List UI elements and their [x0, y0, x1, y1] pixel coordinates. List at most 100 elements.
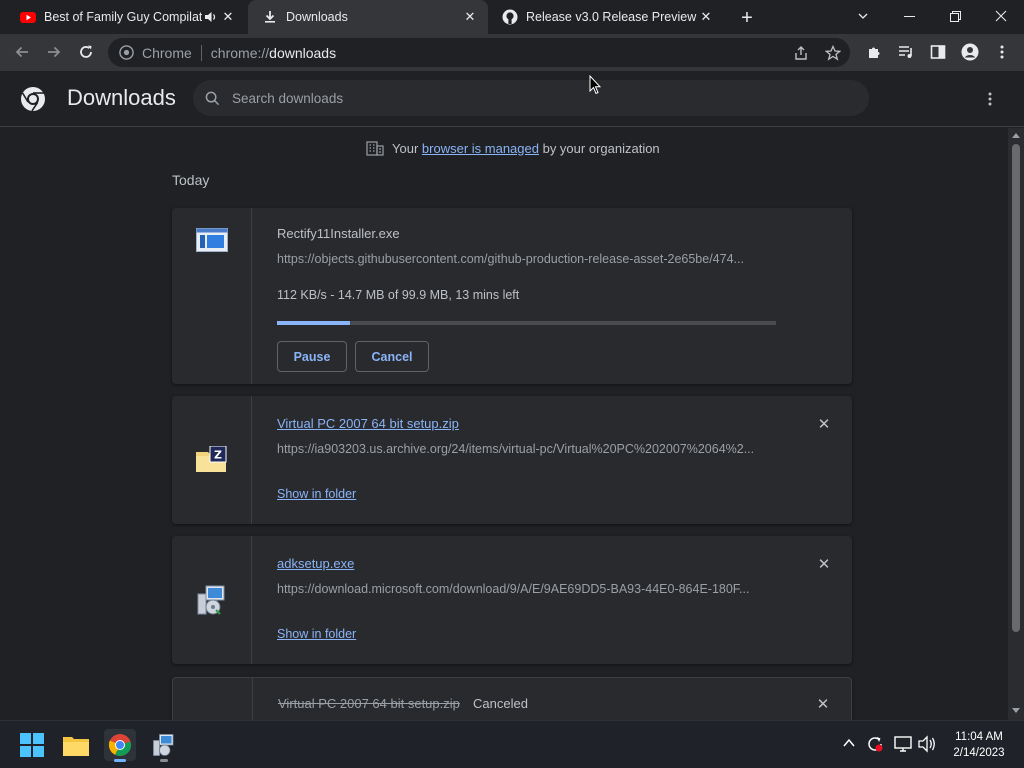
sync-status-button[interactable]	[866, 735, 884, 758]
new-tab-button[interactable]: +	[736, 7, 758, 29]
show-in-folder-link[interactable]: Show in folder	[277, 627, 356, 641]
chrome-icon	[108, 734, 132, 756]
chevron-down-icon	[858, 13, 868, 19]
file-name-link[interactable]: adksetup.exe	[277, 556, 354, 571]
managed-prefix: Your	[392, 140, 419, 156]
back-arrow-icon	[15, 46, 28, 58]
tab-title: Best of Family Guy Compilation	[44, 10, 202, 24]
url-prefix: chrome://	[210, 44, 270, 61]
back-button[interactable]	[8, 38, 36, 66]
download-status: 112 KB/s - 14.7 MB of 99.9 MB, 13 mins l…	[277, 288, 520, 302]
windows-taskbar: 11:04 AM 2/14/2023	[0, 720, 1024, 768]
tab-close-icon[interactable]: ✕	[462, 9, 478, 25]
file-icon-column	[173, 678, 253, 720]
file-name: Rectify11Installer.exe	[277, 226, 400, 241]
managed-suffix: by your organization	[542, 140, 660, 156]
search-downloads-box[interactable]	[193, 80, 869, 116]
file-name-canceled: Virtual PC 2007 64 bit setup.zip	[278, 696, 460, 711]
side-panel-button[interactable]	[924, 38, 952, 66]
close-window-button[interactable]	[978, 0, 1024, 32]
date-section-label: Today	[172, 172, 210, 188]
downloads-menu-button[interactable]	[980, 89, 1000, 109]
close-icon	[995, 10, 1007, 22]
reload-button[interactable]	[72, 38, 100, 66]
chrome-taskbar-button[interactable]	[104, 729, 136, 762]
downloads-header: Downloads	[0, 71, 1024, 127]
media-controls-button[interactable]	[892, 38, 920, 66]
tab-close-icon[interactable]: ✕	[220, 9, 236, 25]
browser-managed-link[interactable]: browser is managed	[422, 141, 539, 156]
system-clock[interactable]: 11:04 AM 2/14/2023	[944, 729, 1014, 761]
exe-file-icon	[196, 228, 228, 252]
file-explorer-button[interactable]	[60, 729, 92, 761]
canceled-status: Canceled	[473, 696, 528, 711]
forward-arrow-icon	[48, 46, 61, 58]
scroll-up-icon[interactable]	[1012, 132, 1020, 138]
address-bar[interactable]: Chrome chrome://downloads	[108, 38, 850, 67]
tab-close-icon[interactable]: ✕	[698, 9, 714, 25]
scroll-down-icon[interactable]	[1012, 708, 1020, 714]
side-panel-icon	[930, 45, 946, 59]
more-vertical-icon	[988, 92, 992, 106]
search-input[interactable]	[232, 90, 832, 106]
url-path: downloads	[269, 44, 337, 61]
pause-button[interactable]: Pause	[277, 341, 347, 372]
svg-text:Z: Z	[214, 449, 222, 462]
clock-time: 11:04 AM	[955, 731, 1003, 743]
clock-date: 2/14/2023	[953, 747, 1005, 759]
download-item: adksetup.exe https://download.microsoft.…	[172, 536, 852, 664]
cancel-button[interactable]: Cancel	[355, 341, 429, 372]
bookmark-star-icon[interactable]	[825, 44, 841, 61]
reload-icon	[80, 45, 92, 58]
minimize-button[interactable]	[886, 0, 932, 32]
forward-button[interactable]	[40, 38, 68, 66]
minimize-icon	[903, 15, 915, 17]
volume-button[interactable]	[918, 735, 938, 758]
youtube-icon	[20, 12, 36, 23]
browser-toolbar: Chrome chrome://downloads	[0, 34, 1024, 71]
tab-github-release[interactable]: Release v3.0 Release Preview 3 · Rectify…	[488, 0, 724, 34]
downloads-list-area: Your browser is managed by your organiza…	[0, 128, 1008, 720]
share-icon[interactable]	[793, 45, 809, 61]
scroll-thumb[interactable]	[1012, 144, 1020, 632]
chrome-menu-button[interactable]	[988, 38, 1016, 66]
remove-item-close-icon[interactable]: ✕	[816, 556, 832, 573]
tab-downloads[interactable]: Downloads ✕	[248, 0, 488, 34]
extensions-button[interactable]	[860, 38, 888, 66]
network-icon	[894, 736, 912, 752]
show-in-folder-link[interactable]: Show in folder	[277, 487, 356, 501]
chevron-up-icon	[843, 738, 855, 747]
file-name-link[interactable]: Virtual PC 2007 64 bit setup.zip	[277, 416, 459, 431]
restore-icon	[949, 10, 961, 22]
avatar-icon	[961, 43, 979, 61]
tab-title: Release v3.0 Release Preview 3 · Rectify…	[526, 10, 698, 24]
tab-search-button[interactable]	[840, 0, 886, 32]
audio-playing-icon[interactable]	[202, 10, 220, 24]
remove-item-close-icon[interactable]: ✕	[816, 416, 832, 433]
installer-taskbar-button[interactable]	[148, 729, 180, 762]
file-url: https://objects.githubusercontent.com/gi…	[277, 252, 744, 266]
download-item: Rectify11Installer.exe https://objects.g…	[172, 208, 852, 384]
start-button[interactable]	[16, 729, 48, 761]
speaker-icon	[918, 735, 935, 753]
mouse-cursor-icon	[589, 75, 601, 95]
profile-button[interactable]	[956, 38, 984, 66]
remove-item-close-icon[interactable]: ✕	[815, 696, 831, 713]
omnibox-divider	[200, 44, 202, 61]
tab-strip: Best of Family Guy Compilation ✕ Downloa…	[0, 0, 1024, 34]
managed-notice: Your browser is managed by your organiza…	[366, 140, 660, 156]
active-app-indicator	[114, 759, 126, 762]
chrome-icon	[119, 45, 134, 60]
download-item: Virtual PC 2007 64 bit setup.zip Cancele…	[172, 677, 852, 720]
page-title: Downloads	[67, 85, 176, 110]
folder-icon	[63, 737, 89, 756]
file-icon-column: Z	[172, 396, 252, 524]
search-icon	[205, 91, 220, 105]
setup-installer-icon	[197, 585, 225, 615]
tab-youtube[interactable]: Best of Family Guy Compilation ✕	[6, 0, 246, 34]
page-scrollbar[interactable]	[1008, 128, 1024, 720]
show-hidden-icons-button[interactable]	[842, 736, 856, 755]
network-button[interactable]	[894, 735, 912, 758]
restore-button[interactable]	[932, 0, 978, 32]
media-queue-icon	[899, 46, 912, 58]
